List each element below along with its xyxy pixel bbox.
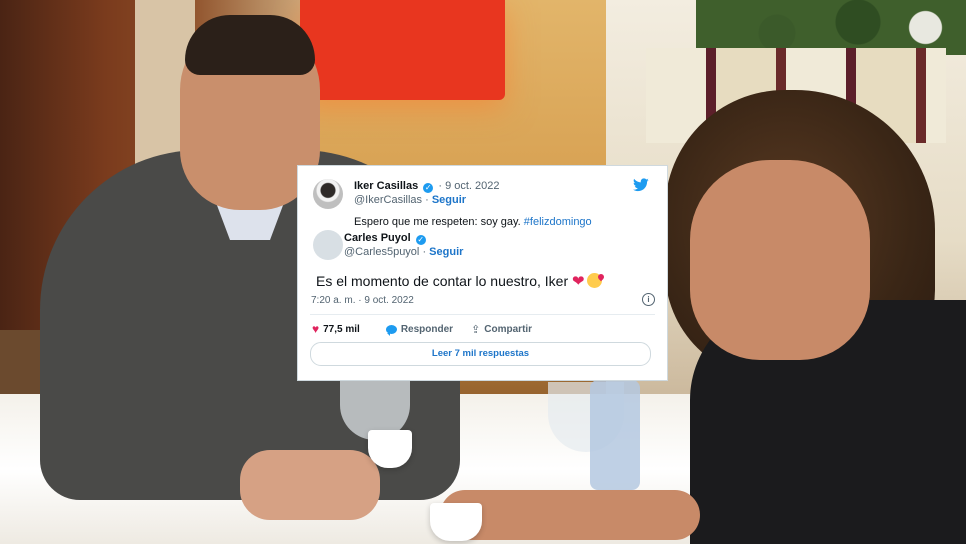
quoted-tweet-header: Iker Casillas ✓ · 9 oct. 2022 xyxy=(354,180,500,193)
divider xyxy=(310,314,655,315)
quoted-tweet-text: Espero que me respeten: soy gay. #felizd… xyxy=(354,216,592,228)
person-left-hands xyxy=(240,450,380,520)
author-handle[interactable]: @IkerCasillas xyxy=(354,194,422,206)
reply-label: Responder xyxy=(400,323,454,335)
reply-button[interactable]: Responder xyxy=(385,322,454,336)
author-name[interactable]: Iker Casillas xyxy=(354,180,418,192)
quoted-tweet-handle-row: @IkerCasillas · Seguir xyxy=(354,194,466,207)
heart-icon: ♥ xyxy=(312,322,320,336)
twitter-bird-icon[interactable] xyxy=(633,178,649,192)
share-label: Compartir xyxy=(484,323,533,335)
separator: · xyxy=(422,246,427,258)
author-name[interactable]: Carles Puyol xyxy=(344,232,411,244)
red-lamp xyxy=(300,0,505,100)
follow-button[interactable]: Seguir xyxy=(429,246,463,258)
info-icon[interactable]: i xyxy=(642,293,655,306)
share-icon: ⇪ xyxy=(471,323,481,336)
tweet-timestamp[interactable]: 7:20 a. m. · 9 oct. 2022 xyxy=(311,295,414,306)
person-right-head xyxy=(690,160,870,360)
water-bottle xyxy=(590,380,640,490)
tweet-text: Espero que me respeten: soy gay. xyxy=(354,216,521,228)
kissing-face-emoji-icon xyxy=(586,273,602,288)
tweet-text: Es el momento de contar lo nuestro, Iker xyxy=(316,273,569,289)
verified-badge-icon: ✓ xyxy=(423,183,434,193)
tweet-header: Carles Puyol ✓ xyxy=(344,232,428,245)
reply-bubble-icon xyxy=(385,324,397,336)
avatar[interactable] xyxy=(313,230,343,260)
share-button[interactable]: ⇪ Compartir xyxy=(471,322,532,336)
tweet-actions: ♥ 77,5 mil Responder ⇪ Compartir xyxy=(312,322,532,336)
plants xyxy=(696,0,966,55)
read-replies-button[interactable]: Leer 7 mil respuestas xyxy=(310,342,651,366)
follow-button[interactable]: Seguir xyxy=(432,194,466,206)
tweet-body: Es el momento de contar lo nuestro, Iker… xyxy=(316,272,602,290)
coffee-cup xyxy=(430,503,482,541)
quoted-tweet[interactable]: Iker Casillas ✓ · 9 oct. 2022 @IkerCasil… xyxy=(310,176,655,228)
tweet-handle-row: @Carles5puyol · Seguir xyxy=(344,246,463,259)
separator: · xyxy=(438,180,443,192)
tweet-date[interactable]: 9 oct. 2022 xyxy=(445,180,499,192)
separator: · xyxy=(425,194,429,206)
coffee-cup xyxy=(368,430,412,468)
hashtag-link[interactable]: #felizdomingo xyxy=(524,216,592,228)
person-left-hair xyxy=(185,15,315,75)
author-handle[interactable]: @Carles5puyol xyxy=(344,246,419,258)
like-button[interactable]: ♥ 77,5 mil xyxy=(312,322,360,336)
like-count: 77,5 mil xyxy=(323,323,360,335)
avatar[interactable] xyxy=(313,179,343,209)
verified-badge-icon: ✓ xyxy=(415,235,426,245)
heart-emoji: ❤ xyxy=(572,273,585,290)
tweet-card[interactable]: Iker Casillas ✓ · 9 oct. 2022 @IkerCasil… xyxy=(297,165,668,381)
